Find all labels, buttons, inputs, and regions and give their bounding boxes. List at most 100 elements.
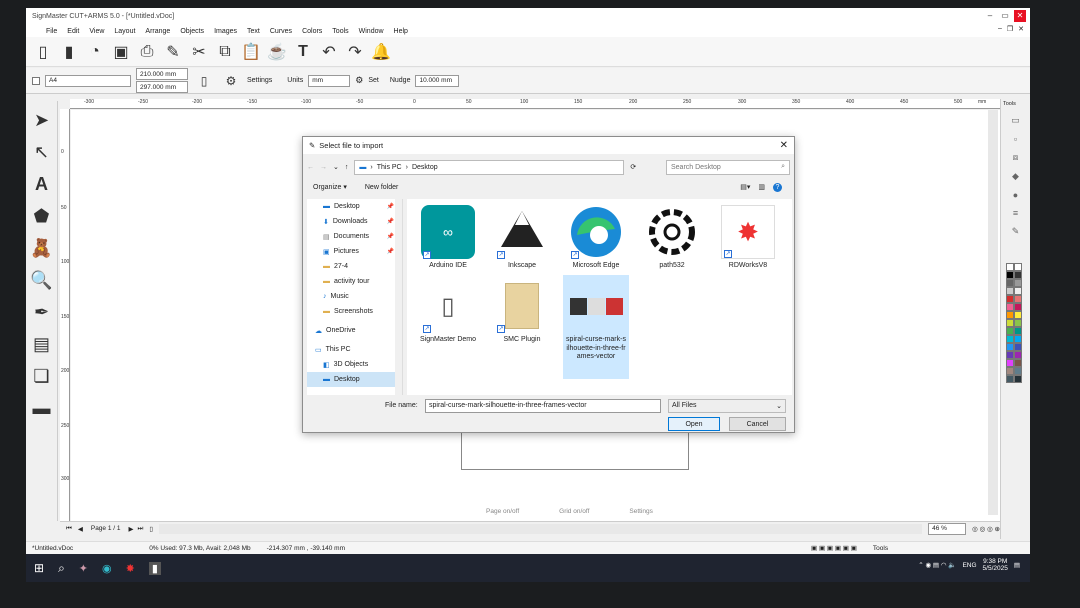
swatch[interactable] (1014, 287, 1022, 295)
prev-page-button[interactable]: ◀ (78, 525, 83, 533)
copy-icon[interactable]: ⧉ (214, 41, 236, 63)
swatch[interactable] (1014, 311, 1022, 319)
scissors-icon[interactable]: ✂ (188, 41, 210, 63)
align-icon[interactable]: ⧈ (1013, 152, 1019, 163)
cut-plotter-icon[interactable]: ✎ (162, 41, 184, 63)
pen-tool-icon[interactable]: ✒ (29, 299, 55, 325)
swatch[interactable] (1014, 327, 1022, 335)
layer-icon[interactable]: ▭ (1011, 115, 1020, 126)
swatch[interactable] (1014, 367, 1022, 375)
first-page-button[interactable]: ⏮ (66, 525, 72, 533)
file-item[interactable]: ∞ ↗ Arduino IDE (415, 205, 481, 271)
menu-arrange[interactable]: Arrange (145, 28, 170, 35)
swatch[interactable] (1006, 351, 1014, 359)
swatch[interactable] (1014, 303, 1022, 311)
file-type-select[interactable]: All Files ⌄ (668, 399, 786, 413)
swatch[interactable] (1006, 359, 1014, 367)
breadcrumb-this-pc[interactable]: This PC (377, 164, 402, 171)
swatch[interactable] (1006, 335, 1014, 343)
edge-icon[interactable]: ◉ (102, 562, 112, 575)
zoom-icon[interactable]: 🔍 (29, 267, 55, 293)
text-tool-icon[interactable]: T (292, 41, 314, 63)
set-icon[interactable]: ⚙ (355, 75, 363, 86)
swatch[interactable] (1006, 311, 1014, 319)
preview-pane-icon[interactable]: ▥ (758, 183, 765, 192)
swatch[interactable] (1014, 319, 1022, 327)
doc-restore-button[interactable]: ❐ (1007, 25, 1013, 33)
tools-checkbox-label[interactable]: Tools (873, 545, 888, 552)
zoom-icons[interactable]: ◎ ◎ ◎ ⊕ (972, 525, 1000, 533)
nav-activity-tour[interactable]: ▬ activity tour (307, 274, 402, 289)
open-icon[interactable]: ▮ (58, 41, 80, 63)
nav-27-4[interactable]: ▬ 27-4 (307, 259, 402, 274)
file-item[interactable]: ↗ Inkscape (489, 205, 555, 271)
search-icon[interactable]: ⌕ (58, 561, 65, 576)
nav-desktop[interactable]: ▬ Desktop 📌 (307, 199, 402, 214)
swatch[interactable] (1006, 319, 1014, 327)
swatch[interactable] (1006, 271, 1014, 279)
swatch[interactable] (1006, 367, 1014, 375)
forward-button[interactable]: → (320, 164, 327, 171)
breadcrumb-desktop[interactable]: Desktop (412, 164, 438, 171)
minimize-button[interactable]: – (984, 10, 996, 22)
dialog-close-button[interactable]: ✕ (780, 140, 788, 151)
swatch[interactable] (1014, 263, 1022, 271)
nav-documents[interactable]: ▤ Documents 📌 (307, 229, 402, 244)
canvas-settings[interactable]: Settings (629, 508, 653, 515)
import-icon[interactable]: ☕ (266, 41, 288, 63)
clock[interactable]: 9:38 PM 5/5/2025 (983, 558, 1008, 572)
weed-icon[interactable]: ▫ (1014, 134, 1017, 144)
page-height-field[interactable]: 297.000 mm (136, 81, 188, 93)
page-toggle[interactable]: Page on/off (486, 508, 519, 515)
back-button[interactable]: ← (307, 164, 314, 171)
close-button[interactable]: ✕ (1014, 10, 1026, 22)
menu-window[interactable]: Window (359, 28, 384, 35)
doc-close-button[interactable]: ✕ (1018, 25, 1024, 33)
signmaster-icon[interactable]: ▮ (148, 561, 161, 575)
rdworks-icon[interactable]: ✸ (126, 562, 135, 575)
breadcrumb[interactable]: ▬ › This PC › Desktop (354, 159, 625, 175)
tray-icons[interactable]: ⌃ ◉ ▤ ◠ 🔈 (918, 561, 956, 569)
swatch[interactable] (1014, 359, 1022, 367)
menu-curves[interactable]: Curves (270, 28, 292, 35)
file-item[interactable]: ↗ SMC Plugin (489, 279, 555, 345)
paper-size-select[interactable]: A4 (45, 74, 131, 87)
add-page-icon[interactable]: ▯ (149, 525, 153, 533)
node-edit-icon[interactable]: ↖ (29, 139, 55, 165)
file-item[interactable]: path532 (639, 205, 705, 271)
menu-colors[interactable]: Colors (302, 28, 322, 35)
menu-text[interactable]: Text (247, 28, 260, 35)
file-item[interactable]: ▯ ↗ SignMaster Demo (415, 279, 481, 345)
nav-music[interactable]: ♪ Music (307, 289, 402, 304)
search-input[interactable]: Search Desktop ⌕ (666, 159, 790, 175)
nav-pictures[interactable]: ▣ Pictures 📌 (307, 244, 402, 259)
menu-help[interactable]: Help (394, 28, 408, 35)
swatch[interactable] (1014, 279, 1022, 287)
undo-icon[interactable]: ↶ (318, 41, 340, 63)
file-name-input[interactable]: spiral-curse-mark-silhouette-in-three-fr… (425, 399, 661, 413)
text-tool-icon[interactable]: A (29, 171, 55, 197)
file-item[interactable]: ✸ ↗ RDWorksV8 (715, 205, 781, 271)
nav-3d-objects[interactable]: ◧ 3D Objects (307, 357, 402, 372)
pointer-tool-icon[interactable]: ➤ (29, 107, 55, 133)
swatch[interactable] (1006, 375, 1014, 383)
new-folder-button[interactable]: New folder (365, 184, 398, 191)
next-page-button[interactable]: ▶ (129, 525, 134, 533)
menu-layout[interactable]: Layout (114, 28, 135, 35)
swatch[interactable] (1006, 343, 1014, 351)
orientation-icon[interactable]: ▯ (193, 70, 215, 92)
print-icon[interactable]: ⎙ (136, 41, 158, 63)
open-button[interactable]: Open (668, 417, 720, 431)
cancel-button[interactable]: Cancel (729, 417, 786, 431)
language-indicator[interactable]: ENG (962, 562, 976, 569)
swatch[interactable] (1006, 303, 1014, 311)
page-width-field[interactable]: 210.000 mm (136, 68, 188, 80)
nav-downloads[interactable]: ⬇ Downloads 📌 (307, 214, 402, 229)
settings-button[interactable]: Settings (247, 77, 272, 84)
swatch[interactable] (1014, 343, 1022, 351)
lines-icon[interactable]: ≡ (1013, 208, 1018, 218)
swatch[interactable] (1014, 271, 1022, 279)
nav-desktop-selected[interactable]: ▬ Desktop (307, 372, 402, 387)
last-page-button[interactable]: ⏭ (138, 525, 144, 533)
paper-checkbox[interactable] (32, 76, 40, 85)
